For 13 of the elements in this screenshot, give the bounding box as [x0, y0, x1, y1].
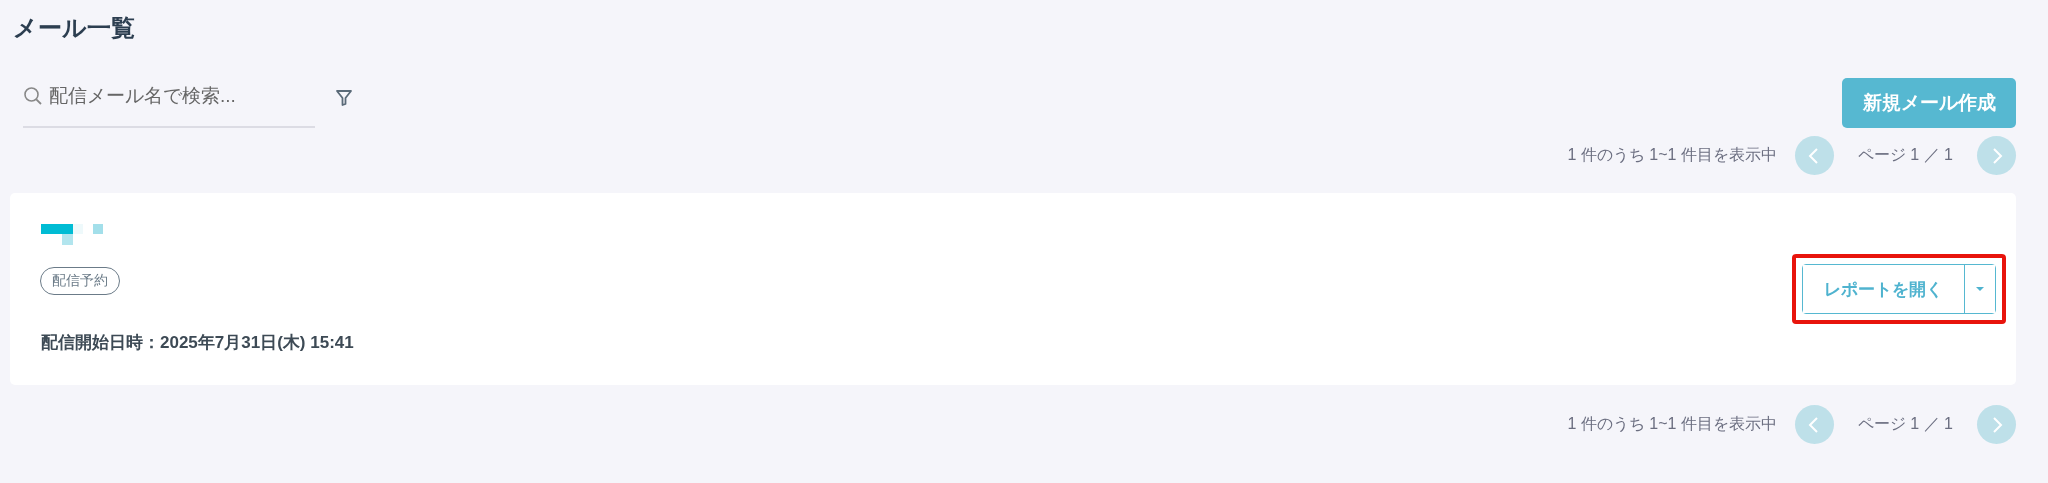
- page-title: メール一覧: [12, 13, 136, 43]
- result-count: 1 件のうち 1~1 件目を表示中: [1567, 145, 1777, 165]
- start-date: 配信開始日時：2025年7月31日(木) 15:41: [41, 332, 354, 354]
- redacted-name-drawing: [41, 224, 105, 248]
- filter-icon[interactable]: [335, 89, 353, 107]
- new-mail-button[interactable]: 新規メール作成: [1842, 78, 2016, 128]
- page-indicator: ページ 1 ／ 1: [1857, 414, 1953, 434]
- caret-down-icon: [1975, 286, 1985, 292]
- search-icon: [23, 86, 43, 106]
- result-count: 1 件のうち 1~1 件目を表示中: [1567, 414, 1777, 434]
- open-report-button[interactable]: レポートを開く: [1803, 265, 1965, 313]
- page-indicator: ページ 1 ／ 1: [1857, 145, 1953, 165]
- search-field[interactable]: 配信メール名で検索...: [49, 85, 299, 107]
